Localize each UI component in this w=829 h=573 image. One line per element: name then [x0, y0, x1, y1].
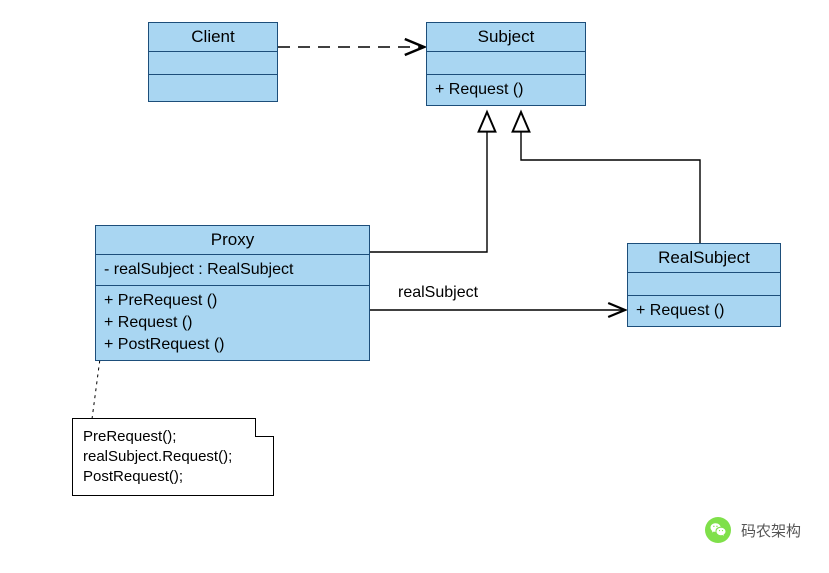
class-ops: + Request () — [427, 75, 585, 105]
watermark-text: 码农架构 — [741, 520, 801, 541]
class-attrs — [149, 52, 277, 75]
class-ops: + PreRequest () + Request () + PostReque… — [96, 286, 369, 360]
note-fold-icon — [255, 418, 274, 437]
class-title: Proxy — [96, 226, 369, 255]
edge-proxy-subject — [370, 112, 487, 252]
uml-class-proxy: Proxy - realSubject : RealSubject + PreR… — [95, 225, 370, 361]
class-attrs — [628, 273, 780, 296]
class-attrs — [427, 52, 585, 75]
uml-note: PreRequest(); realSubject.Request(); Pos… — [72, 418, 274, 496]
note-line: PostRequest(); — [83, 467, 263, 487]
class-title: RealSubject — [628, 244, 780, 273]
op: + PostRequest () — [104, 334, 361, 356]
uml-class-client: Client — [148, 22, 278, 102]
class-attrs: - realSubject : RealSubject — [96, 255, 369, 286]
op: + Request () — [104, 312, 361, 334]
class-title: Client — [149, 23, 277, 52]
op: + PreRequest () — [104, 290, 361, 312]
attr: - realSubject : RealSubject — [104, 259, 361, 281]
uml-class-realsubject: RealSubject + Request () — [627, 243, 781, 327]
uml-class-subject: Subject + Request () — [426, 22, 586, 106]
op: + Request () — [636, 300, 772, 322]
note-line: PreRequest(); — [83, 427, 263, 447]
edge-label-realsubject: realSubject — [398, 284, 478, 302]
wechat-icon — [705, 517, 731, 543]
class-ops — [149, 75, 277, 101]
edge-realsubject-subject — [521, 112, 700, 243]
note-line: realSubject.Request(); — [83, 447, 263, 467]
class-title: Subject — [427, 23, 585, 52]
class-ops: + Request () — [628, 296, 780, 326]
op: + Request () — [435, 79, 577, 101]
watermark: 码农架构 — [705, 517, 801, 543]
